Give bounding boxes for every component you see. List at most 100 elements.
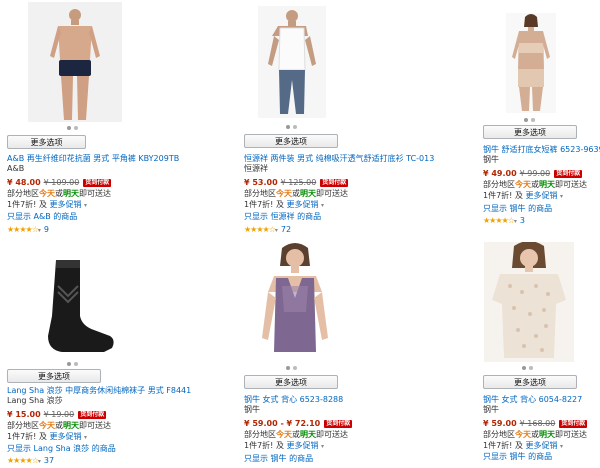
chevron-down-icon[interactable]: ▾ (275, 227, 278, 234)
ship-tomorrow: 明天 (539, 180, 555, 189)
product-image[interactable] (28, 2, 122, 122)
discount-text: 1件7折! (244, 200, 274, 209)
product-image[interactable] (22, 256, 118, 356)
ship-prefix: 部分地区 (7, 189, 39, 198)
carousel-dot[interactable] (293, 366, 297, 370)
price-line: ¥ 59.00 - ¥ 72.10 货到付款 (244, 419, 353, 429)
more-options-button[interactable]: 更多选项 (244, 134, 338, 148)
ship-prefix: 部分地区 (244, 430, 276, 439)
carousel-dot[interactable] (286, 366, 290, 370)
original-price: ¥ 109.00 (43, 178, 80, 187)
rating[interactable]: ★★★★☆▾ 72 (244, 225, 291, 236)
product-image[interactable] (506, 13, 556, 113)
product-brand: Lang Sha 浪莎 (7, 396, 63, 405)
carousel-dot[interactable] (522, 366, 526, 370)
rating[interactable]: ★★★★☆▾ 3 (483, 216, 525, 227)
product-title-link[interactable]: 钢牛 女式 背心 6523-8288 (244, 395, 343, 405)
chevron-down-icon[interactable]: ▾ (84, 434, 87, 441)
filter-brand-link[interactable]: 只显示 钢牛 的商品 (483, 204, 552, 214)
discount-and: 及 (275, 441, 284, 450)
price: ¥ 53.00 (244, 178, 278, 187)
product-brand: A&B (7, 164, 25, 173)
carousel-dot[interactable] (74, 362, 78, 366)
review-count-link[interactable]: 3 (520, 216, 525, 225)
ship-today: 今天 (276, 189, 292, 198)
rating[interactable]: ★★★★☆▾ 9 (7, 225, 49, 236)
review-count-link[interactable]: 72 (281, 225, 291, 234)
product-title-link[interactable]: A&B 再生纤维印花抗菌 男式 平角裤 KBY209TB (7, 154, 179, 164)
carousel-dot[interactable] (67, 362, 71, 366)
price-line: ¥ 59.00 ¥ 168.00 货到付款 (483, 419, 588, 429)
chevron-down-icon[interactable]: ▾ (321, 202, 324, 209)
carousel-dot[interactable] (293, 125, 297, 129)
chevron-down-icon[interactable]: ▾ (560, 193, 563, 200)
price-line: ¥ 53.00 ¥ 125.00 货到付款 (244, 178, 349, 188)
more-options-button[interactable]: 更多选项 (244, 375, 338, 389)
carousel-dot[interactable] (531, 118, 535, 122)
product-title-link[interactable]: 钢牛 女式 背心 6054-8227 (483, 395, 582, 405)
ship-today: 今天 (276, 430, 292, 439)
carousel-dot[interactable] (67, 126, 71, 130)
more-promotions-link[interactable]: 更多促销 (49, 200, 81, 209)
product-image[interactable] (258, 6, 326, 118)
chevron-down-icon[interactable]: ▾ (514, 218, 517, 225)
filter-brand-link[interactable]: 只显示 A&B 的商品 (7, 212, 77, 222)
product-brand: 恒源祥 (244, 164, 268, 173)
discount-text: 1件7折! (244, 441, 274, 450)
discount-and: 及 (514, 191, 523, 200)
chevron-down-icon[interactable]: ▾ (38, 458, 41, 465)
more-promotions-link[interactable]: 更多促销 (286, 200, 318, 209)
ship-suffix: 即可送达 (79, 421, 111, 430)
image-carousel-dots[interactable] (524, 118, 535, 124)
chevron-down-icon[interactable]: ▾ (560, 443, 563, 450)
carousel-dot[interactable] (529, 366, 533, 370)
rating-stars-icon[interactable]: ★★★★☆ (7, 456, 39, 465)
original-price: ¥ 19.00 (43, 410, 75, 419)
product-brand: 钢牛 (483, 405, 499, 414)
image-carousel-dots[interactable] (67, 126, 78, 132)
rating[interactable]: ★★★★☆▾ 37 (7, 456, 54, 467)
carousel-dot[interactable] (524, 118, 528, 122)
ship-suffix: 即可送达 (555, 430, 587, 439)
more-promotions-link[interactable]: 更多促销 (525, 441, 557, 450)
chevron-down-icon[interactable]: ▾ (84, 202, 87, 209)
ship-tomorrow: 明天 (539, 430, 555, 439)
carousel-dot[interactable] (74, 126, 78, 130)
more-options-button[interactable]: 更多选项 (483, 375, 577, 389)
rating-stars-icon[interactable]: ★★★★☆ (7, 225, 39, 234)
product-image[interactable] (252, 242, 338, 362)
ship-prefix: 部分地区 (7, 421, 39, 430)
rating-stars-icon[interactable]: ★★★★☆ (244, 225, 276, 234)
product-title-link[interactable]: 恒源祥 两件装 男式 纯棉吸汗透气舒适打底衫 TC-013 (244, 154, 434, 164)
more-promotions-link[interactable]: 更多促销 (49, 432, 81, 441)
review-count-link[interactable]: 9 (44, 225, 49, 234)
filter-brand-link[interactable]: 只显示 钢牛 的商品 (483, 452, 552, 462)
filter-brand-link[interactable]: 只显示 恒源祥 的商品 (244, 212, 321, 222)
rating-stars-icon[interactable]: ★★★★☆ (483, 216, 515, 225)
image-carousel-dots[interactable] (67, 362, 78, 368)
discount-and: 及 (38, 200, 47, 209)
more-promotions-link[interactable]: 更多促销 (286, 441, 318, 450)
chevron-down-icon[interactable]: ▾ (321, 443, 324, 450)
image-carousel-dots[interactable] (286, 366, 297, 372)
carousel-dot[interactable] (286, 125, 290, 129)
filter-brand-link[interactable]: 只显示 钢牛 的商品 (244, 454, 313, 464)
discount-and: 及 (514, 441, 523, 450)
discount-and: 及 (275, 200, 284, 209)
filter-brand-link[interactable]: 只显示 Lang Sha 浪莎 的商品 (7, 444, 116, 454)
product-brand: 钢牛 (244, 405, 260, 414)
more-options-button[interactable]: 更多选项 (483, 125, 577, 139)
image-carousel-dots[interactable] (522, 366, 533, 372)
product-title-link[interactable]: 钢牛 舒适打底女短裤 6523-9639 (483, 145, 600, 155)
chevron-down-icon[interactable]: ▾ (38, 227, 41, 234)
image-carousel-dots[interactable] (286, 125, 297, 131)
product-image[interactable] (484, 242, 574, 362)
more-options-button[interactable]: 更多选项 (7, 135, 86, 149)
product-title-link[interactable]: Lang Sha 浪莎 中厚商务休闲纯棉袜子 男式 F8441 (7, 386, 191, 396)
review-count-link[interactable]: 37 (44, 456, 54, 465)
price: ¥ 15.00 (7, 410, 41, 419)
ship-suffix: 即可送达 (316, 430, 348, 439)
more-options-button[interactable]: 更多选项 (7, 369, 101, 383)
ship-prefix: 部分地区 (483, 180, 515, 189)
more-promotions-link[interactable]: 更多促销 (525, 191, 557, 200)
